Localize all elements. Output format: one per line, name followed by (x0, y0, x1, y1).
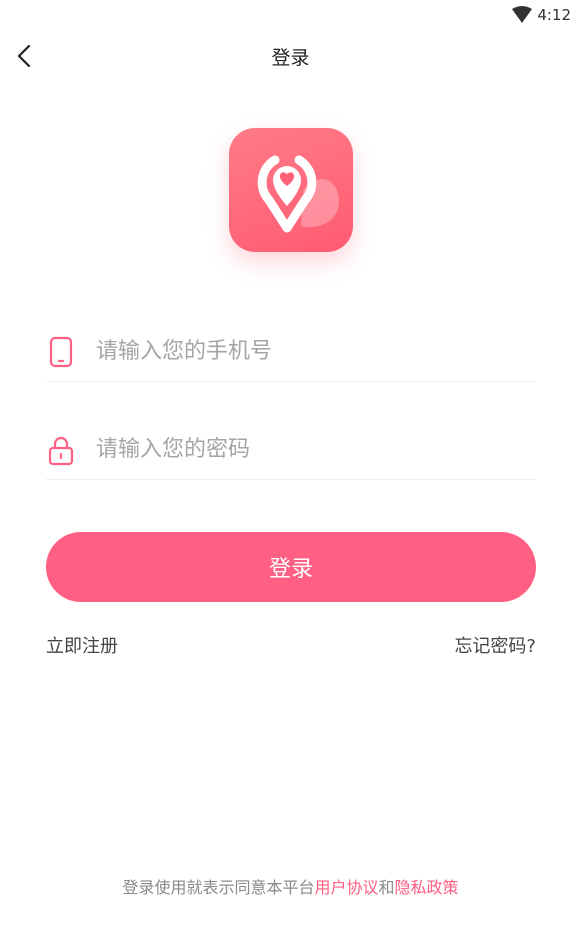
password-field-row (46, 420, 536, 480)
nav-bar: 登录 (0, 30, 581, 82)
terms-link[interactable]: 用户协议 (314, 878, 378, 897)
agreement-prefix: 登录使用就表示同意本平台 (122, 878, 315, 897)
forgot-password-link[interactable]: 忘记密码? (454, 632, 536, 658)
agreement-text: 登录使用就表示同意本平台用户协议和隐私政策 (0, 874, 581, 898)
lock-icon (48, 436, 74, 466)
location-heart-icon (257, 155, 339, 233)
login-screen: 4:12 登录 请输入您的手机号 登录 立即注册 忘记密码? 登录使用就表示同意… (0, 0, 581, 930)
status-time: 4:12 (537, 6, 571, 24)
register-link[interactable]: 立即注册 (46, 632, 118, 658)
agreement-conjunction: 和 (378, 878, 395, 897)
page-title: 登录 (271, 47, 310, 69)
privacy-link[interactable]: 隐私政策 (395, 878, 459, 897)
phone-input[interactable] (96, 332, 516, 370)
phone-field-row (46, 322, 536, 382)
phone-icon (49, 336, 73, 368)
password-input[interactable] (96, 430, 516, 468)
status-bar: 4:12 (0, 0, 581, 30)
app-logo (229, 128, 353, 252)
login-button[interactable]: 登录 (46, 532, 536, 602)
wifi-icon (512, 6, 532, 23)
